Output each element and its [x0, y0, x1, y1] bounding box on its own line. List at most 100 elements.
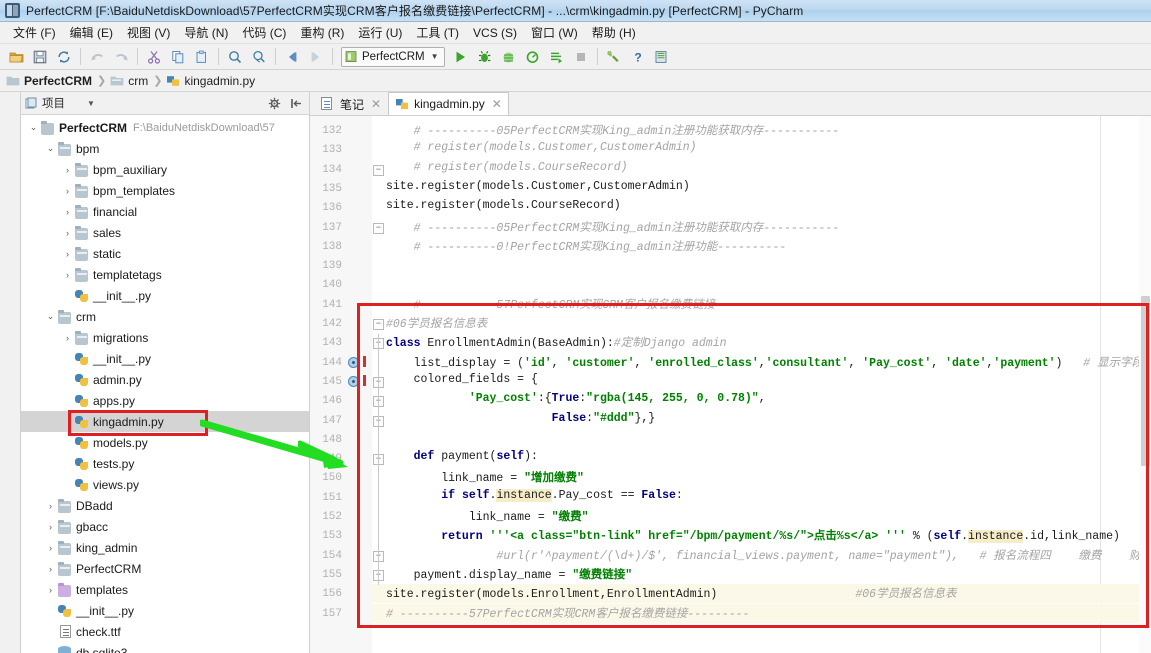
- code-line-137[interactable]: # ----------05PerfectCRM实现King_admin注册功能…: [386, 219, 840, 235]
- project-tree[interactable]: ⌄ PerfectCRM F:\BaiduNetdiskDownload\57 ⌄ bp…: [21, 115, 309, 653]
- tree-item-perfectcrm[interactable]: ⌄ PerfectCRM F:\BaiduNetdiskDownload\57: [21, 117, 309, 138]
- database-icon[interactable]: [651, 46, 673, 68]
- forward-icon[interactable]: [305, 46, 327, 68]
- breadcrumb-item-project[interactable]: PerfectCRM: [6, 74, 95, 88]
- code-line-144[interactable]: list_display = ('id', 'customer', 'enrol…: [386, 354, 1151, 370]
- coverage-icon[interactable]: [498, 46, 520, 68]
- gear-icon[interactable]: [265, 94, 283, 112]
- back-icon[interactable]: [281, 46, 303, 68]
- replace-icon[interactable]: [248, 46, 270, 68]
- twisty-collapsed-icon[interactable]: ›: [61, 184, 74, 197]
- code-line-133[interactable]: # register(models.Customer,CustomerAdmin…: [386, 141, 697, 154]
- code-line-156[interactable]: site.register(models.Enrollment,Enrollme…: [386, 585, 957, 601]
- profile-icon[interactable]: [522, 46, 544, 68]
- code-line-153[interactable]: return '''<a class="btn-link" href="/bpm…: [386, 527, 1120, 544]
- twisty-collapsed-icon[interactable]: ›: [61, 247, 74, 260]
- tree-item---init---py[interactable]: __init__.py: [21, 348, 309, 369]
- tree-item-financial[interactable]: › financial: [21, 201, 309, 222]
- code-line-143[interactable]: class EnrollmentAdmin(BaseAdmin):#定制Djan…: [386, 334, 727, 350]
- editor-tab-notes[interactable]: 笔记 ✕: [314, 92, 388, 115]
- tree-item-kingadmin-py[interactable]: kingadmin.py: [21, 411, 309, 432]
- code-fold-toggle[interactable]: −: [373, 164, 384, 176]
- code-fold-toggle[interactable]: −: [373, 319, 384, 330]
- open-folder-icon[interactable]: [5, 46, 27, 68]
- menu-file[interactable]: 文件 (F): [6, 22, 63, 43]
- tree-item-king-admin[interactable]: › king_admin: [21, 537, 309, 558]
- tree-item-apps-py[interactable]: apps.py: [21, 390, 309, 411]
- code-line-151[interactable]: if self.instance.Pay_cost == False:: [386, 488, 683, 502]
- tree-item-perfectcrm[interactable]: › PerfectCRM: [21, 558, 309, 579]
- twisty-collapsed-icon[interactable]: ›: [44, 520, 57, 533]
- help-icon[interactable]: ?: [627, 46, 649, 68]
- menu-code[interactable]: 代码 (C): [235, 22, 293, 43]
- tree-item---init---py[interactable]: __init__.py: [21, 600, 309, 621]
- twisty-collapsed-icon[interactable]: ›: [44, 562, 57, 575]
- code-line-142[interactable]: #06学员报名信息表: [386, 315, 487, 331]
- chevron-down-icon[interactable]: ▼: [87, 99, 95, 108]
- twisty-expanded-icon[interactable]: ⌄: [27, 121, 40, 134]
- twisty-collapsed-icon[interactable]: ›: [61, 205, 74, 218]
- paste-icon[interactable]: [191, 46, 213, 68]
- menu-help[interactable]: 帮助 (H): [585, 22, 643, 43]
- code-line-154[interactable]: #url(r'^payment/(\d+)/$', financial_view…: [386, 547, 1151, 563]
- copy-icon[interactable]: [167, 46, 189, 68]
- code-content[interactable]: # ----------05PerfectCRM实现King_admin注册功能…: [310, 116, 1151, 653]
- code-line-150[interactable]: link_name = "增加缴费": [386, 469, 584, 485]
- redo-icon[interactable]: [110, 46, 132, 68]
- editor-tab-kingadmin[interactable]: kingadmin.py ✕: [388, 92, 509, 115]
- search-icon[interactable]: [224, 46, 246, 68]
- close-icon[interactable]: ✕: [371, 97, 381, 111]
- stop-icon[interactable]: [570, 46, 592, 68]
- breadcrumb-item-crm[interactable]: crm: [110, 74, 151, 88]
- tree-item-templatetags[interactable]: › templatetags: [21, 264, 309, 285]
- menu-tools[interactable]: 工具 (T): [409, 22, 466, 43]
- tree-item-crm[interactable]: ⌄ crm: [21, 306, 309, 327]
- code-line-155[interactable]: payment.display_name = "缴费链接": [386, 566, 633, 582]
- code-line-149[interactable]: def payment(self):: [386, 450, 538, 463]
- code-fold-toggle[interactable]: −: [373, 222, 384, 234]
- run-with-console-icon[interactable]: [546, 46, 568, 68]
- tree-item-static[interactable]: › static: [21, 243, 309, 264]
- code-line-135[interactable]: site.register(models.Customer,CustomerAd…: [386, 180, 690, 193]
- code-line-157[interactable]: # ----------57PerfectCRM实现CRM客户报名缴费链接---…: [386, 605, 749, 621]
- cut-icon[interactable]: [143, 46, 165, 68]
- menu-navigate[interactable]: 导航 (N): [177, 22, 235, 43]
- twisty-expanded-icon[interactable]: ⌄: [44, 310, 57, 323]
- tree-item-bpm-auxiliary[interactable]: › bpm_auxiliary: [21, 159, 309, 180]
- tree-item-templates[interactable]: › templates: [21, 579, 309, 600]
- tree-item-check-ttf[interactable]: check.ttf: [21, 621, 309, 642]
- twisty-collapsed-icon[interactable]: ›: [44, 583, 57, 596]
- twisty-collapsed-icon[interactable]: ›: [61, 331, 74, 344]
- twisty-collapsed-icon[interactable]: ›: [44, 499, 57, 512]
- code-line-146[interactable]: 'Pay_cost':{True:"rgba(145, 255, 0, 0.78…: [386, 392, 766, 405]
- tree-item-bpm[interactable]: ⌄ bpm: [21, 138, 309, 159]
- tree-item-admin-py[interactable]: admin.py: [21, 369, 309, 390]
- sync-icon[interactable]: [53, 46, 75, 68]
- twisty-collapsed-icon[interactable]: ›: [61, 268, 74, 281]
- undo-icon[interactable]: [86, 46, 108, 68]
- run-configuration-selector[interactable]: PerfectCRM ▼: [341, 46, 445, 67]
- twisty-collapsed-icon[interactable]: ›: [61, 163, 74, 176]
- code-line-138[interactable]: # ----------0!PerfectCRM实现King_admin注册功能…: [386, 238, 787, 254]
- tree-item-gbacc[interactable]: › gbacc: [21, 516, 309, 537]
- tree-item-views-py[interactable]: views.py: [21, 474, 309, 495]
- menu-edit[interactable]: 编辑 (E): [63, 22, 120, 43]
- code-line-152[interactable]: link_name = "缴费": [386, 508, 589, 524]
- tree-item-db-sqlite3[interactable]: db.sqlite3: [21, 642, 309, 653]
- code-line-147[interactable]: False:"#ddd"},}: [386, 412, 656, 425]
- code-line-141[interactable]: # ----------57PerfectCRM实现CRM客户报名缴费链接---…: [386, 296, 777, 312]
- save-all-icon[interactable]: [29, 46, 51, 68]
- tree-item-dbadd[interactable]: › DBadd: [21, 495, 309, 516]
- menu-vcs[interactable]: VCS (S): [466, 24, 524, 42]
- tree-item-migrations[interactable]: › migrations: [21, 327, 309, 348]
- run-icon[interactable]: [450, 46, 472, 68]
- tree-item-tests-py[interactable]: tests.py: [21, 453, 309, 474]
- twisty-collapsed-icon[interactable]: ›: [61, 226, 74, 239]
- menu-run[interactable]: 运行 (U): [351, 22, 409, 43]
- close-icon[interactable]: ✕: [492, 97, 502, 111]
- code-line-145[interactable]: colored_fields = {: [386, 373, 538, 386]
- tree-item-models-py[interactable]: models.py: [21, 432, 309, 453]
- twisty-expanded-icon[interactable]: ⌄: [44, 142, 57, 155]
- twisty-collapsed-icon[interactable]: ›: [44, 541, 57, 554]
- tree-item-bpm-templates[interactable]: › bpm_templates: [21, 180, 309, 201]
